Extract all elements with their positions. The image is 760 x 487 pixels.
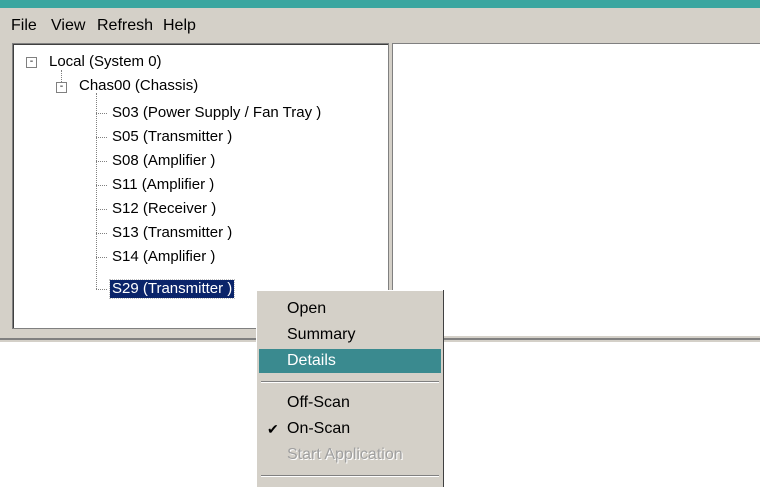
tree-connector (96, 93, 97, 289)
menu-item-open[interactable]: Open (259, 297, 441, 321)
tree-node-slot[interactable]: S12 (Receiver ) (112, 200, 216, 218)
tree-node-slot[interactable]: S08 (Amplifier ) (112, 152, 215, 170)
menu-item-details[interactable]: Details (259, 349, 441, 373)
menu-item-label: Open (287, 300, 327, 317)
menu-item-start-application: Start Application (259, 443, 441, 467)
menu-item-label: Off-Scan (287, 394, 350, 411)
checkmark-icon: ✔ (267, 421, 279, 437)
detail-pane (392, 43, 760, 336)
tree-node-slot[interactable]: S14 (Amplifier ) (112, 248, 215, 266)
tree-connector (96, 257, 107, 258)
menu-refresh[interactable]: Refresh (97, 18, 153, 34)
menu-separator (261, 381, 439, 383)
menu-help[interactable]: Help (163, 18, 196, 34)
menu-separator (261, 475, 439, 477)
menu-view[interactable]: View (51, 18, 85, 34)
tree-connector (96, 209, 107, 210)
collapse-icon[interactable]: - (26, 57, 37, 68)
context-menu: Open Summary Details Off-Scan ✔ On-Scan … (256, 290, 443, 487)
tree-node-slot-selected[interactable]: S29 (Transmitter ) (108, 279, 236, 299)
menu-file[interactable]: File (11, 18, 37, 34)
menu-bar: File View Refresh Help (0, 9, 760, 37)
menu-item-label: On-Scan (287, 420, 351, 437)
menu-item-off-scan[interactable]: Off-Scan (259, 391, 441, 415)
tree-connector (96, 233, 107, 234)
tree-connector (96, 113, 107, 114)
tree-connector (96, 289, 107, 290)
tree-connector (96, 137, 107, 138)
menu-item-label: Start Application (287, 446, 403, 463)
tree-connector (96, 161, 107, 162)
tree-node-slot[interactable]: S11 (Amplifier ) (112, 176, 214, 194)
menu-item-on-scan[interactable]: ✔ On-Scan (259, 417, 441, 441)
tree-node-slot[interactable]: S03 (Power Supply / Fan Tray ) (112, 104, 321, 122)
tree-node-slot[interactable]: S05 (Transmitter ) (112, 128, 232, 146)
tree-connector (96, 185, 107, 186)
device-tree[interactable]: - Local (System 0) - Chas00 (Chassis) S0… (12, 43, 389, 329)
menu-item-label: Summary (287, 326, 356, 343)
menu-item-summary[interactable]: Summary (259, 323, 441, 347)
menu-item-label: Details (287, 352, 336, 369)
tree-node-slot[interactable]: S13 (Transmitter ) (112, 224, 232, 242)
collapse-icon[interactable]: - (56, 82, 67, 93)
tree-node-local-system[interactable]: Local (System 0) (49, 53, 162, 71)
